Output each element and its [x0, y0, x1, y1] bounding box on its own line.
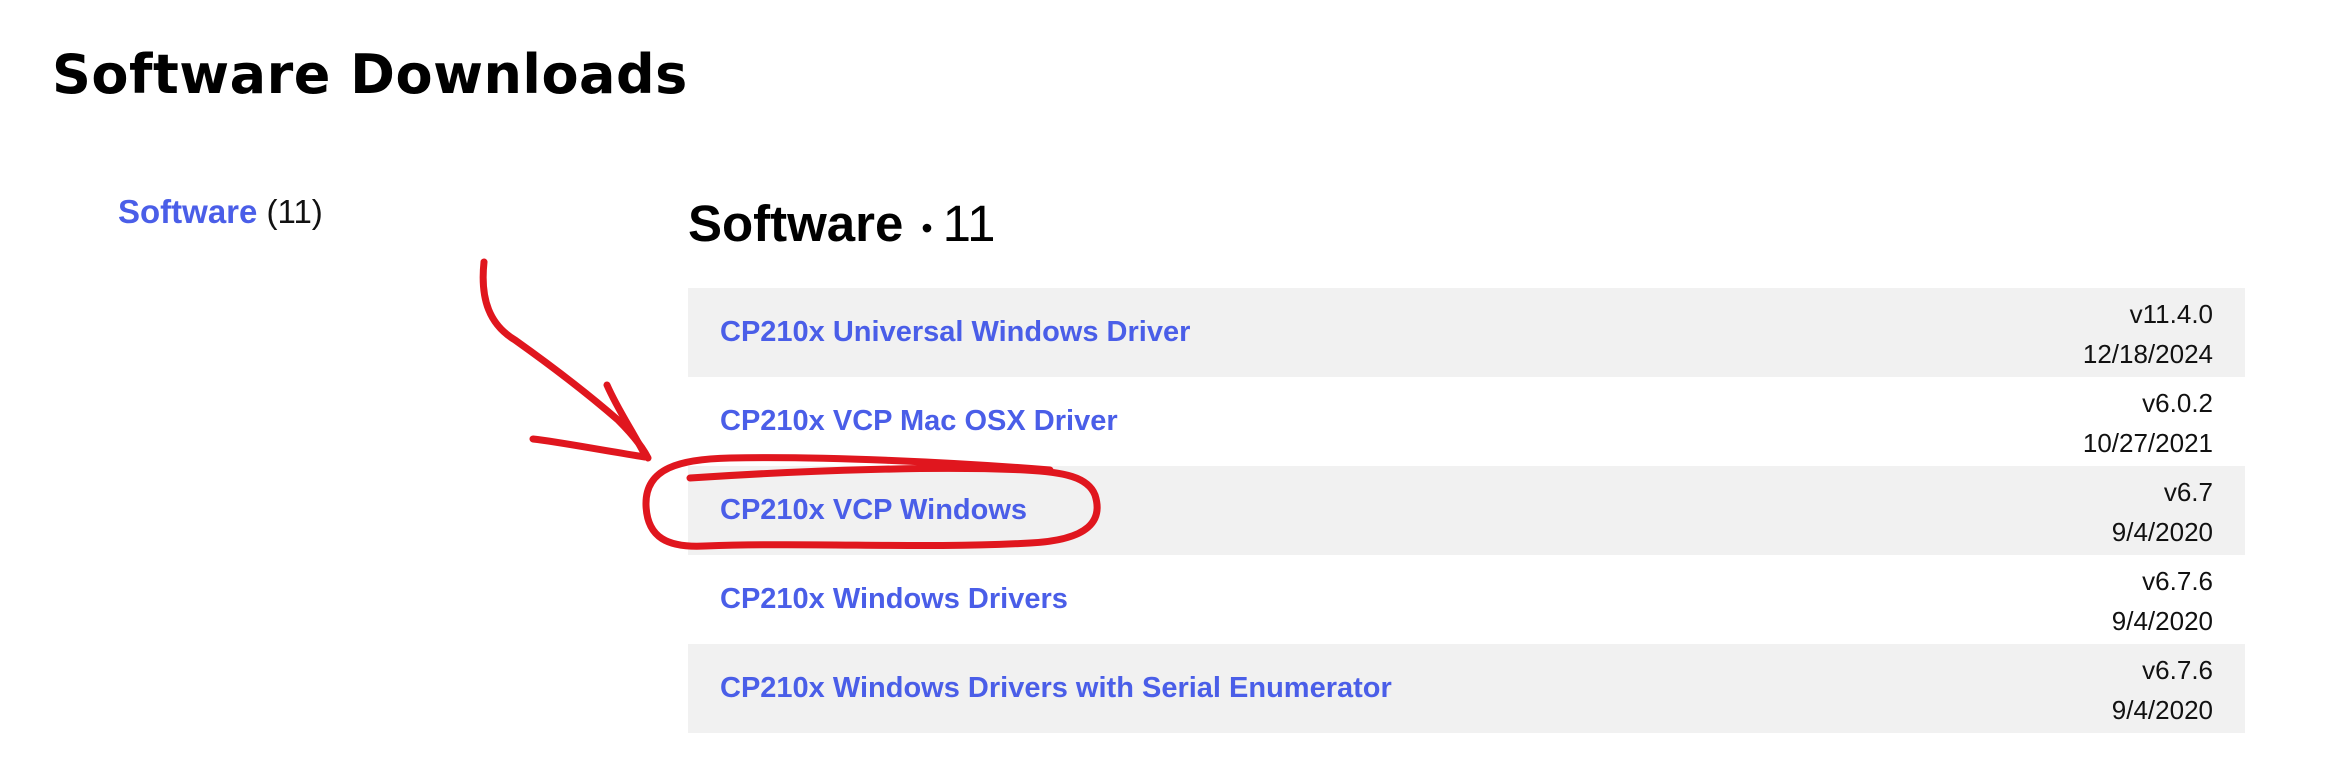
- download-version: v11.4.0: [2129, 299, 2213, 329]
- download-link-universal-windows-driver[interactable]: CP210x Universal Windows Driver: [720, 288, 1190, 377]
- download-date: 9/4/2020: [2111, 695, 2213, 725]
- annotation-arrow-head-lower: [529, 435, 649, 461]
- download-row: CP210x Universal Windows Driver v11.4.0 …: [688, 288, 2245, 377]
- download-version: v6.7.6: [2142, 655, 2213, 685]
- page-title: Software Downloads: [52, 43, 688, 106]
- section-separator: •: [921, 209, 933, 246]
- download-meta: v6.7.6 9/4/2020: [2112, 650, 2213, 730]
- software-list: CP210x Universal Windows Driver v11.4.0 …: [688, 288, 2245, 733]
- download-row: CP210x VCP Windows v6.7 9/4/2020: [688, 466, 2245, 555]
- download-date: 10/27/2021: [2082, 428, 2213, 458]
- sidebar-item-software: Software (11): [118, 190, 323, 234]
- download-meta: v11.4.0 12/18/2024: [2083, 294, 2213, 374]
- section-name: Software: [688, 195, 904, 252]
- download-meta: v6.7 9/4/2020: [2112, 472, 2213, 552]
- sidebar: Software (11): [118, 190, 323, 234]
- download-link-vcp-windows[interactable]: CP210x VCP Windows: [720, 466, 1027, 555]
- annotation-arrow-head-upper: [603, 381, 649, 459]
- sidebar-item-count: (11): [266, 193, 323, 230]
- annotation-arrow-shaft: [479, 258, 652, 462]
- section-heading: Software • 11: [688, 192, 996, 260]
- download-link-windows-drivers-serial-enumerator[interactable]: CP210x Windows Drivers with Serial Enume…: [720, 644, 1392, 733]
- sidebar-item-software-link[interactable]: Software: [118, 193, 257, 230]
- download-date: 9/4/2020: [2111, 517, 2213, 547]
- download-date: 9/4/2020: [2111, 606, 2213, 636]
- download-row: CP210x Windows Drivers with Serial Enume…: [688, 644, 2245, 733]
- download-link-vcp-mac-osx-driver[interactable]: CP210x VCP Mac OSX Driver: [720, 377, 1118, 466]
- download-version: v6.7.6: [2142, 566, 2213, 596]
- download-link-windows-drivers[interactable]: CP210x Windows Drivers: [720, 555, 1068, 644]
- download-version: v6.0.2: [2142, 388, 2213, 418]
- download-row: CP210x VCP Mac OSX Driver v6.0.2 10/27/2…: [688, 377, 2245, 466]
- download-meta: v6.7.6 9/4/2020: [2112, 561, 2213, 641]
- section-count: 11: [942, 195, 996, 252]
- download-version: v6.7: [2163, 477, 2213, 507]
- download-meta: v6.0.2 10/27/2021: [2083, 383, 2213, 463]
- download-date: 12/18/2024: [2082, 339, 2213, 369]
- download-row: CP210x Windows Drivers v6.7.6 9/4/2020: [688, 555, 2245, 644]
